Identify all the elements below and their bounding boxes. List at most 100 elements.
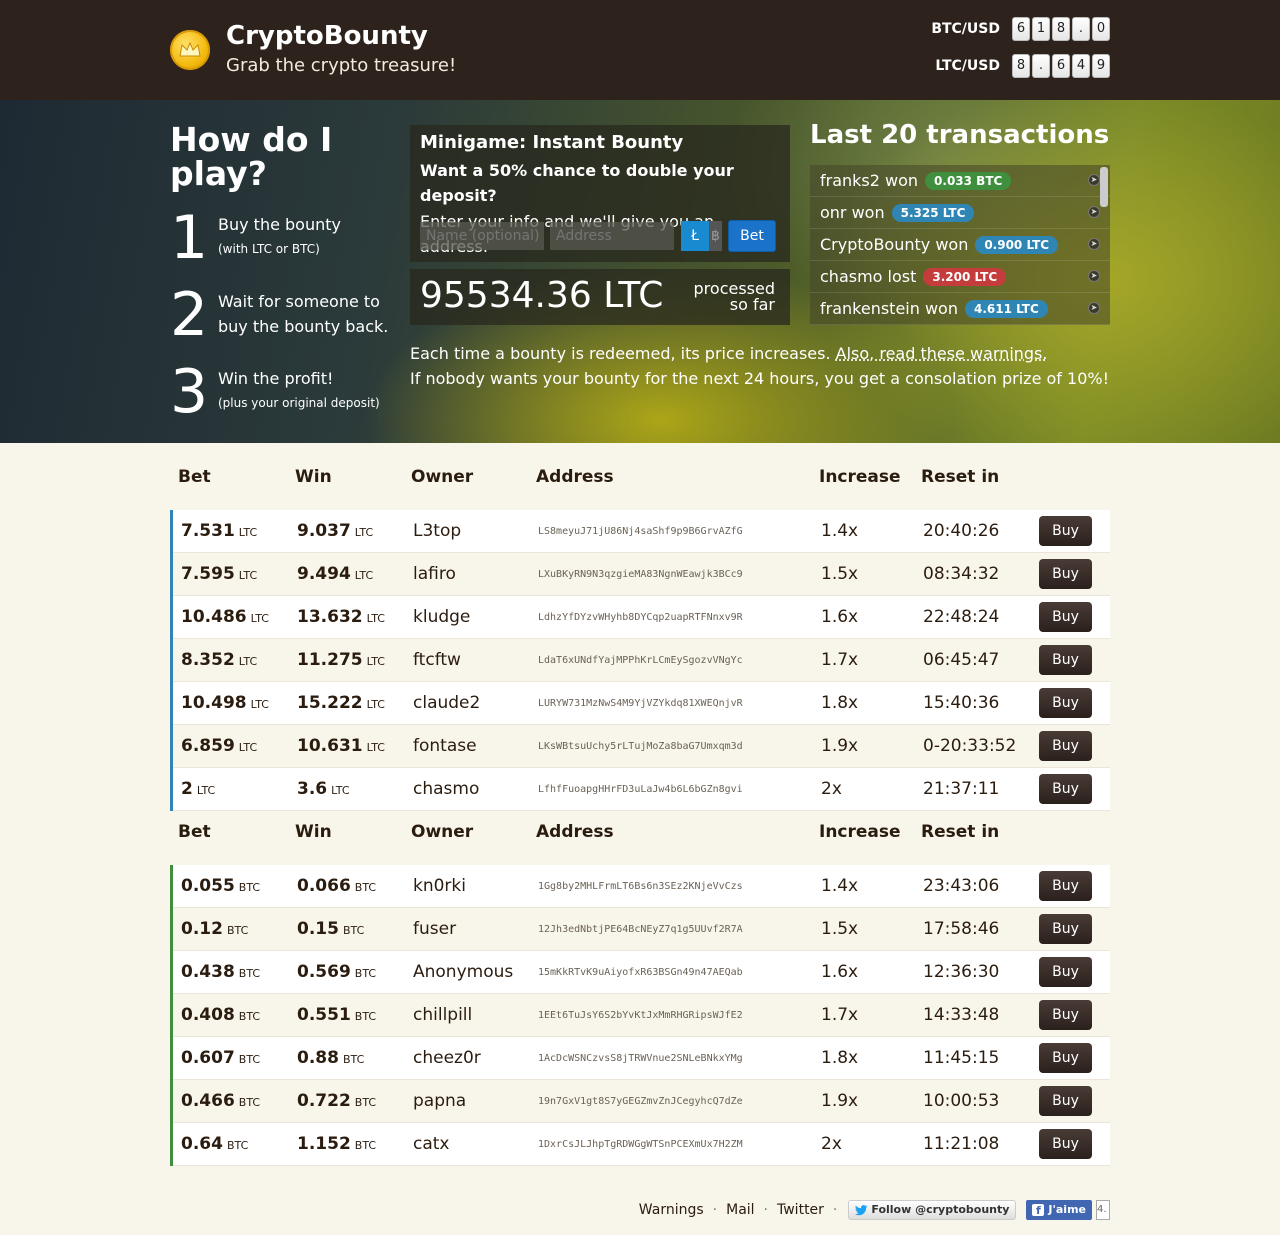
footer-separator: · [763, 1202, 768, 1218]
transaction-row[interactable]: chasmo lost 3.200 LTC ➤ [810, 261, 1110, 293]
processed-amount: 95534.36 LTC [420, 275, 664, 316]
footer-link-mail[interactable]: Mail [726, 1202, 754, 1218]
win-value: 0.722 [297, 1091, 351, 1111]
bet-unit: BTC [238, 1053, 261, 1066]
footer-link-warnings[interactable]: Warnings [639, 1202, 704, 1218]
win-unit: BTC [342, 1053, 365, 1066]
transaction-row[interactable]: frankenstein won 4.611 LTC ➤ [810, 293, 1110, 325]
transaction-row[interactable]: CryptoBounty won 0.900 LTC ➤ [810, 229, 1110, 261]
bet-value: 0.055 [181, 876, 235, 896]
transactions-scrollbar[interactable] [1100, 167, 1108, 207]
reset-cell: 21:37:11 [923, 779, 1000, 799]
footer-separator: · [832, 1202, 838, 1218]
buy-button[interactable]: Buy [1039, 516, 1092, 546]
bet-cell: 10.498 LTC [181, 682, 269, 725]
bet-cell: 8.352 LTC [181, 639, 257, 682]
arrow-right-icon[interactable]: ➤ [1088, 270, 1100, 282]
consolation-note: If nobody wants your bounty for the next… [410, 369, 1109, 388]
facebook-like-button[interactable]: f J'aime [1026, 1200, 1092, 1220]
ticker-digit: 8 [1052, 17, 1070, 41]
buy-button[interactable]: Buy [1039, 559, 1092, 589]
table-row: 0.438 BTC 0.569 BTC Anonymous 15mKkRTvK9uAiyo… [170, 951, 1110, 994]
step-main-text: Win the profit! [218, 369, 334, 388]
arrow-right-icon[interactable]: ➤ [1088, 206, 1100, 218]
owner-cell: claude2 [413, 693, 481, 713]
win-cell: 0.569 BTC [297, 951, 376, 994]
owner-cell: chasmo [413, 779, 480, 799]
footer-link-twitter[interactable]: Twitter [777, 1202, 824, 1218]
twitter-follow-button[interactable]: Follow @cryptobounty [848, 1200, 1017, 1220]
step-number: 3 [170, 357, 209, 427]
footer: Warnings · Mail · Twitter · Follow @cryp… [639, 1200, 1110, 1220]
win-cell: 1.152 BTC [297, 1123, 376, 1166]
arrow-right-icon[interactable]: ➤ [1088, 302, 1100, 314]
facebook-icon: f [1032, 1204, 1045, 1217]
address-cell: 1EEt6TuJsY6S2bYvKtJxMmRHGRipsWJfE2 [538, 1010, 743, 1021]
bet-cell: 0.055 BTC [181, 865, 260, 908]
name-input[interactable] [420, 222, 544, 250]
table-row: 8.352 LTC 11.275 LTC ftcftw LdaT6xUNdfYajMPPh… [170, 639, 1110, 682]
btc-usd-ticker: BTC/USD 6 1 8 . 0 [931, 17, 1110, 41]
transaction-badge: 0.900 LTC [975, 235, 1059, 254]
win-value: 11.275 [297, 650, 363, 670]
ticker-digit: 0 [1092, 17, 1110, 41]
footer-separator: · [712, 1202, 718, 1218]
address-cell: 19n7GxV1gt8S7yGEGZmvZnJCegyhcQ7dZe [538, 1096, 743, 1107]
warnings-link[interactable]: Also, read these warnings. [836, 344, 1048, 363]
bet-value: 0.64 [181, 1134, 223, 1154]
site-title[interactable]: CryptoBounty [226, 21, 428, 51]
win-unit: LTC [366, 698, 385, 711]
increase-cell: 1.7x [821, 1005, 859, 1025]
ticker-digit: 4 [1072, 54, 1090, 78]
address-input[interactable] [550, 222, 674, 250]
owner-cell: kn0rki [413, 876, 466, 896]
buy-button[interactable]: Buy [1039, 871, 1092, 901]
step-number: 2 [170, 280, 209, 350]
column-header-win: Win [295, 467, 332, 487]
win-value: 10.631 [297, 736, 363, 756]
step-text: Wait for someone to buy the bounty back. [218, 289, 398, 339]
column-header-increase: Increase [819, 822, 901, 842]
bet-unit: LTC [238, 569, 258, 582]
buy-button[interactable]: Buy [1039, 1000, 1092, 1030]
transaction-row[interactable]: onr won 5.325 LTC ➤ [810, 197, 1110, 229]
buy-button[interactable]: Buy [1039, 688, 1092, 718]
buy-button[interactable]: Buy [1039, 1129, 1092, 1159]
transaction-row[interactable]: franks2 won 0.033 BTC ➤ [810, 165, 1110, 197]
bet-unit: LTC [196, 784, 216, 797]
ticker-digit: 1 [1032, 17, 1050, 41]
win-unit: BTC [354, 881, 377, 894]
increase-cell: 1.5x [821, 564, 859, 584]
btc-toggle[interactable]: ฿ [709, 221, 722, 251]
win-value: 0.15 [297, 919, 339, 939]
win-cell: 9.037 LTC [297, 510, 373, 553]
table-accent-border [170, 510, 173, 811]
owner-cell: L3top [413, 521, 462, 541]
buy-button[interactable]: Buy [1039, 774, 1092, 804]
column-header-owner: Owner [411, 467, 474, 487]
buy-button[interactable]: Buy [1039, 1086, 1092, 1116]
owner-cell: Anonymous [413, 962, 514, 982]
transactions-panel[interactable]: franks2 won 0.033 BTC ➤ onr won 5.325 LT… [810, 165, 1110, 325]
table-row: 0.607 BTC 0.88 BTC cheez0r 1AcDcWSNCzvsS8jTRW… [170, 1037, 1110, 1080]
transaction-text: CryptoBounty won [820, 235, 969, 254]
table-row: 0.408 BTC 0.551 BTC chillpill 1EEt6TuJsY6S2bY… [170, 994, 1110, 1037]
buy-button[interactable]: Buy [1039, 602, 1092, 632]
win-unit: BTC [354, 1010, 377, 1023]
buy-button[interactable]: Buy [1039, 914, 1092, 944]
ticker-digit: 8 [1012, 54, 1030, 78]
buy-button[interactable]: Buy [1039, 645, 1092, 675]
arrow-right-icon[interactable]: ➤ [1088, 238, 1100, 250]
bet-button[interactable]: Bet [728, 220, 776, 252]
bet-cell: 10.486 LTC [181, 596, 269, 639]
ltc-toggle[interactable]: Ł [681, 221, 709, 251]
buy-button[interactable]: Buy [1039, 1043, 1092, 1073]
increase-cell: 1.7x [821, 650, 859, 670]
transaction-text: franks2 won [820, 171, 919, 190]
address-cell: LdaT6xUNdfYajMPPhKrLCmEySgozvVNgYc [538, 655, 743, 666]
win-cell: 13.632 LTC [297, 596, 385, 639]
twitter-bird-icon [855, 1204, 868, 1215]
arrow-right-icon[interactable]: ➤ [1088, 174, 1100, 186]
buy-button[interactable]: Buy [1039, 957, 1092, 987]
buy-button[interactable]: Buy [1039, 731, 1092, 761]
